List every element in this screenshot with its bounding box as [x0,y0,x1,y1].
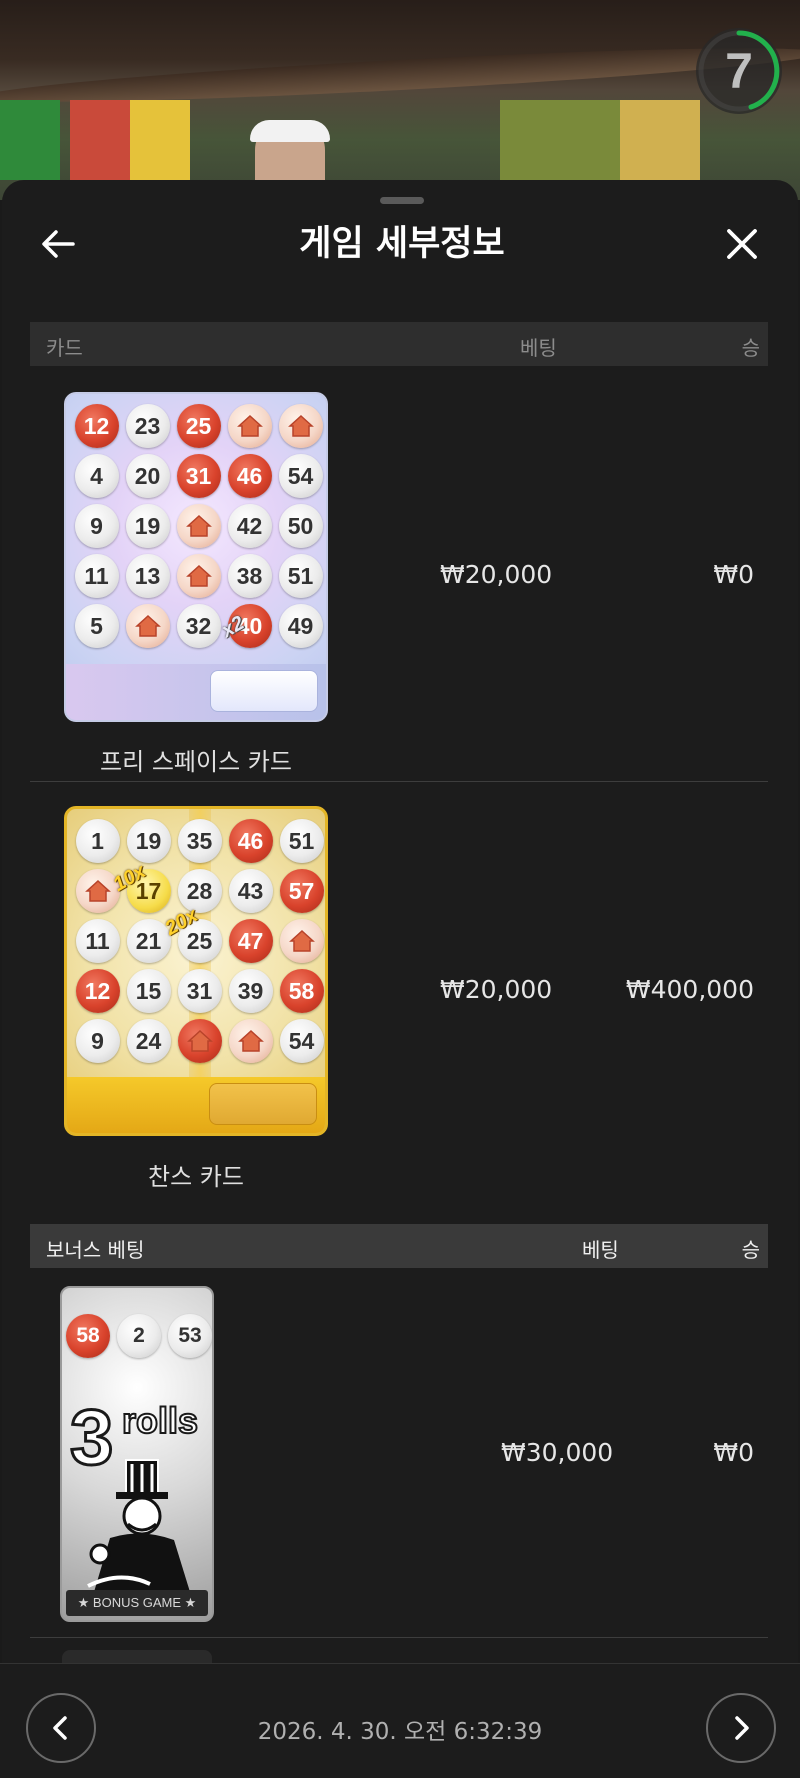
previous-round-button[interactable] [26,1693,96,1763]
bingo-number: 39 [228,969,273,1013]
bingo-number: 32 [176,604,221,648]
house-icon [176,554,221,598]
bingo-number: 31 [177,969,222,1013]
bingo-grid: 12 23 25 4 20 31 46 54 9 19 42 50 11 13 38 51 5 32 40 49 [71,404,325,648]
timer-value: 7 [725,43,753,99]
arrow-left-icon [42,230,75,258]
bonus-balls: 58 2 53 [66,1314,212,1358]
back-button[interactable] [36,222,80,266]
bingo-number: 31 [176,454,221,498]
bingo-number: 54 [279,1019,324,1063]
bingo-number: 43 [228,869,273,913]
bingo-number: 19 [125,504,170,548]
bingo-number: 11 [75,919,120,963]
house-icon [176,504,221,548]
house-icon [279,919,324,963]
bottom-navigation: 2026. 4. 30. 오전 6:32:39 [0,1663,800,1778]
bet-amount: ₩30,000 [501,1438,614,1467]
column-win: 승 [741,336,760,360]
table-header: 카드 베팅 승 [30,322,768,366]
house-icon [228,1019,273,1063]
close-icon [727,229,757,259]
row-divider [30,1637,768,1638]
bingo-number: 19 [126,819,171,863]
bingo-number: 4 [74,454,119,498]
row-divider [30,781,768,782]
win-amount: ₩0 [713,1438,754,1467]
bingo-number: 51 [278,554,323,598]
bingo-number: 1 [75,819,120,863]
win-amount: ₩0 [713,560,754,589]
chevron-right-icon [735,1716,749,1740]
round-timestamp: 2026. 4. 30. 오전 6:32:39 [257,1719,543,1745]
bingo-number: 51 [279,819,324,863]
bingo-number: 9 [75,1019,120,1063]
bingo-number: 46 [227,454,272,498]
bet-amount: ₩20,000 [440,975,553,1004]
bonus-game-card: 58 2 53 3 rolls ★ BONUS GAME ★ [60,1286,214,1622]
bingo-number: 38 [227,554,272,598]
bingo-number: 5 [74,604,119,648]
house-icon [227,404,272,448]
game-details-screen: 7 게임 세부정보 카드 베팅 승 12 23 25 4 20 31 46 54 9 19 42 50… [0,0,800,1778]
next-round-button[interactable] [706,1693,776,1763]
card-name: 프리 스페이스 카드 [100,748,292,776]
bingo-number: 50 [278,504,323,548]
bingo-number: 57 [279,869,324,913]
mascot-icon [87,1459,190,1592]
card-slot [210,670,318,712]
bingo-number: 54 [278,454,323,498]
rolls-label: rolls [121,1399,199,1442]
round-timer: 7 [696,28,782,114]
bingo-number: 20 [125,454,170,498]
bingo-number: 24 [126,1019,171,1063]
bingo-number: 9 [74,504,119,548]
bingo-number: 35 [177,819,222,863]
column-bet: 베팅 [582,1238,619,1262]
column-bet: 베팅 [520,336,557,360]
column-card: 카드 [46,336,83,360]
bonus-table-header: 보너스 베팅 베팅 승 [30,1224,768,1268]
bingo-number: 25 [176,404,221,448]
bonus-ball: 58 [66,1314,110,1358]
bet-amount: ₩20,000 [440,560,553,589]
bonus-ball: 53 [168,1314,212,1358]
page-title: 게임 세부정보 [299,224,505,264]
house-icon [177,1019,222,1063]
bingo-number: 13 [125,554,170,598]
bonus-ball: 2 [117,1314,161,1358]
live-video-background [0,0,800,200]
column-win: 승 [741,1238,760,1262]
bingo-number: 23 [125,404,170,448]
column-bonus-bet: 보너스 베팅 [46,1238,145,1262]
drag-handle[interactable] [380,197,424,204]
bonus-game-banner: ★ BONUS GAME ★ [66,1590,208,1616]
win-amount: ₩400,000 [625,975,754,1004]
bingo-number: 15 [126,969,171,1013]
close-button[interactable] [720,222,764,266]
next-card-peek [62,1650,212,1664]
bingo-number: 47 [228,919,273,963]
chance-card: 1 19 35 46 51 17 28 43 57 11 21 25 47 12 15 31 39 58 9 24 54… [64,806,328,1136]
bingo-number: 12 [74,404,119,448]
chevron-left-icon [53,1716,67,1740]
bingo-number: 12 [75,969,120,1013]
house-icon [278,404,323,448]
bingo-number: 49 [278,604,323,648]
card-name: 찬스 카드 [148,1163,244,1191]
card-slot [209,1083,317,1125]
free-space-card: 12 23 25 4 20 31 46 54 9 19 42 50 11 13 38 51 5 32 40 49 x2 [64,392,328,722]
bingo-number: 42 [227,504,272,548]
bingo-number: 58 [279,969,324,1013]
bingo-number: 11 [74,554,119,598]
bingo-number: 46 [228,819,273,863]
bingo-grid: 1 19 35 46 51 17 28 43 57 11 21 25 47 12 15 31 39 58 9 24 54 [72,819,325,1063]
house-icon [125,604,170,648]
